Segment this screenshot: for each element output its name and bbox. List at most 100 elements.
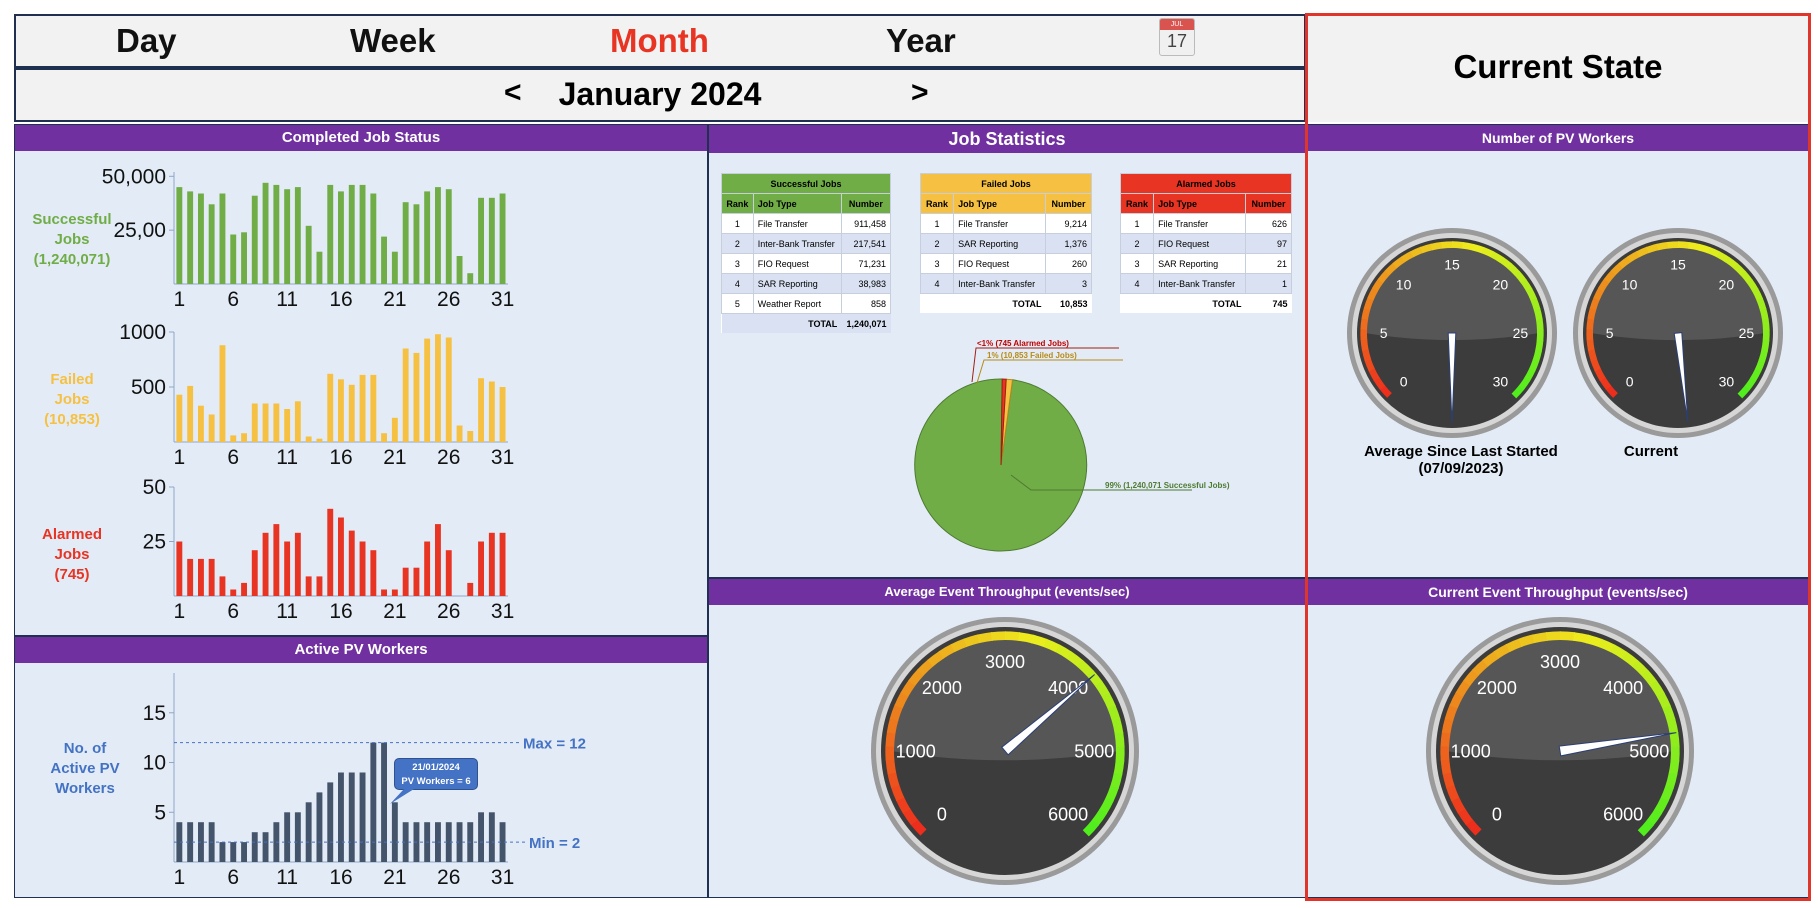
successful-label-line2: Jobs xyxy=(54,231,90,248)
alarmed-label-line2: Jobs xyxy=(54,546,90,563)
successful-number-header: Number xyxy=(840,193,892,214)
table-row: 3 SAR Reporting 21 xyxy=(1119,253,1292,274)
rank-cell: 1 xyxy=(1119,213,1155,234)
current-throughput-title: Current Event Throughput (events/sec) xyxy=(1307,579,1809,605)
rank-cell: 2 xyxy=(919,233,955,254)
successful-label-line3: (1,240,071) xyxy=(33,251,111,268)
rank-cell: 1 xyxy=(919,213,955,234)
rank-cell: 5 xyxy=(721,293,754,314)
type-cell: Inter-Bank Transfer xyxy=(953,273,1047,294)
alarmed-type-header: Job Type xyxy=(1153,193,1247,214)
completed-job-status-panel: Completed Job Status Successful Jobs (1,… xyxy=(14,124,708,636)
rank-cell: 4 xyxy=(1119,273,1155,294)
alarmed-label-line3: (745) xyxy=(54,566,90,583)
table-row: 1 File Transfer 9,214 xyxy=(919,213,1092,234)
current-state-title: Current State xyxy=(1453,48,1663,85)
current-workers-caption: Current xyxy=(1623,443,1679,460)
total-spacer xyxy=(921,294,954,314)
total-value: 10,853 xyxy=(1059,298,1088,309)
type-cell: SAR Reporting xyxy=(953,233,1047,254)
average-throughput-panel: Average Event Throughput (events/sec) xyxy=(708,578,1306,898)
pie-label-alarmed: <1% (745 Alarmed Jobs) xyxy=(977,339,1069,348)
pie-label-successful: 99% (1,240,071 Successful Jobs) xyxy=(1105,481,1230,490)
number-cell: 626 xyxy=(1245,213,1292,234)
total-value: 745 xyxy=(1272,298,1288,309)
number-cell: 9,214 xyxy=(1045,213,1092,234)
job-statistics-title: Job Statistics xyxy=(709,125,1305,153)
number-cell: 217,541 xyxy=(840,233,892,254)
number-cell: 1,376 xyxy=(1045,233,1092,254)
table-row: 2 Inter-Bank Transfer 217,541 xyxy=(721,233,892,254)
type-cell: FIO Request xyxy=(1153,233,1247,254)
successful-label-line1: Successful xyxy=(32,211,112,228)
total-label: TOTAL xyxy=(1212,298,1242,309)
number-cell: 38,983 xyxy=(840,273,892,294)
successful-jobs-label: Successful Jobs (1,240,071) xyxy=(17,210,127,270)
failed-number-header: Number xyxy=(1045,193,1092,214)
number-cell: 260 xyxy=(1045,253,1092,274)
number-cell: 858 xyxy=(840,293,892,314)
type-cell: File Transfer xyxy=(1153,213,1247,234)
rank-cell: 4 xyxy=(721,273,754,294)
total-label: TOTAL xyxy=(753,313,842,333)
type-cell: SAR Reporting xyxy=(1153,253,1247,274)
tab-year[interactable]: Year xyxy=(886,22,956,60)
tab-day[interactable]: Day xyxy=(116,22,177,60)
table-row: 3 FIO Request 260 xyxy=(919,253,1092,274)
type-cell: FIO Request xyxy=(752,253,842,274)
completed-job-status-title: Completed Job Status xyxy=(15,125,707,151)
rank-cell: 2 xyxy=(1119,233,1155,254)
worker-tooltip-date: 21/01/2024 xyxy=(412,762,460,773)
type-cell: Inter-Bank Transfer xyxy=(752,233,842,254)
job-share-pie-chart: <1% (745 Alarmed Jobs) 1% (10,853 Failed… xyxy=(914,339,1230,552)
table-total-row: TOTAL 1,240,071 xyxy=(721,313,891,333)
alarmed-table-title: Alarmed Jobs xyxy=(1120,173,1292,194)
table-row: 2 FIO Request 97 xyxy=(1119,233,1292,254)
alarmed-rank-header: Rank xyxy=(1119,193,1155,214)
type-cell: File Transfer xyxy=(752,213,842,234)
rank-cell: 3 xyxy=(1119,253,1155,274)
table-row: 3 FIO Request 71,231 xyxy=(721,253,892,274)
table-row: 4 SAR Reporting 38,983 xyxy=(721,273,892,294)
type-cell: SAR Reporting xyxy=(752,273,842,294)
rank-cell: 1 xyxy=(721,213,754,234)
calendar-icon[interactable]: JUL 17 xyxy=(1159,18,1195,56)
tab-week[interactable]: Week xyxy=(350,22,436,60)
successful-rank-header: Rank xyxy=(721,193,754,214)
number-cell: 21 xyxy=(1245,253,1292,274)
successful-jobs-table: Successful Jobs Rank Job Type Number 1 File… xyxy=(721,173,892,333)
alarmed-label-line1: Alarmed xyxy=(41,526,103,543)
number-cell: 3 xyxy=(1045,273,1092,294)
worker-tooltip-value: PV Workers = 6 xyxy=(401,776,471,787)
type-cell: FIO Request xyxy=(953,253,1047,274)
active-ylabel-line2: Active PV xyxy=(50,760,120,777)
failed-jobs-label: Failed Jobs (10,853) xyxy=(17,370,127,430)
successful-type-header: Job Type xyxy=(752,193,842,214)
table-total-row: TOTAL 745 xyxy=(1121,294,1292,314)
failed-label-line1: Failed xyxy=(50,371,94,388)
rank-cell: 3 xyxy=(919,253,955,274)
type-cell: Weather Report xyxy=(752,293,842,314)
calendar-icon-month: JUL xyxy=(1160,19,1194,30)
period-tab-bar: Day Week Month Year JUL 17 xyxy=(14,14,1306,68)
avg-workers-caption-line1: Average Since Last Started xyxy=(1364,443,1558,460)
number-cell: 1 xyxy=(1245,273,1292,294)
table-row: 5 Weather Report 858 xyxy=(721,293,892,314)
type-cell: File Transfer xyxy=(953,213,1047,234)
active-pv-workers-panel: Active PV Workers No. of Active PV Worke… xyxy=(14,636,708,898)
total-spacer xyxy=(721,313,754,333)
failed-label-line2: Jobs xyxy=(54,391,90,408)
next-period-button[interactable]: > xyxy=(911,76,929,110)
calendar-icon-day: 17 xyxy=(1166,31,1188,51)
failed-type-header: Job Type xyxy=(953,193,1047,214)
table-row: 4 Inter-Bank Transfer 3 xyxy=(919,273,1092,294)
avg-workers-caption-line2: (07/09/2023) xyxy=(1418,460,1504,477)
alarmed-jobs-table: Alarmed Jobs Rank Job Type Number 1 File Tr… xyxy=(1119,173,1292,314)
rank-cell: 2 xyxy=(721,233,754,254)
tab-month[interactable]: Month xyxy=(610,22,709,60)
type-cell: Inter-Bank Transfer xyxy=(1153,273,1247,294)
period-label: January 2024 xyxy=(558,76,762,112)
total-value: 1,240,071 xyxy=(841,313,891,333)
number-cell: 97 xyxy=(1245,233,1292,254)
avg-workers-caption: Average Since Last Started (07/09/2023) xyxy=(1351,443,1571,477)
